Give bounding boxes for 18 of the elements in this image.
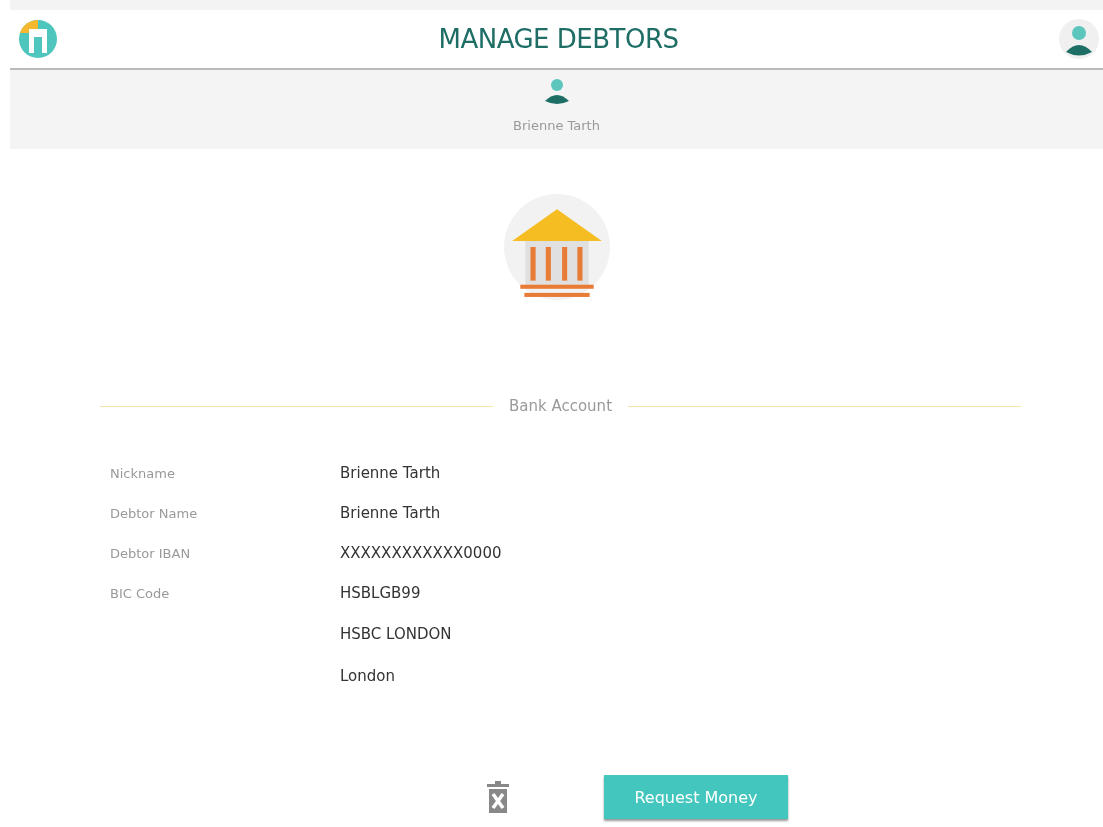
logo-icon[interactable] — [18, 19, 58, 59]
request-money-button[interactable]: Request Money — [604, 775, 788, 819]
field-value: Brienne Tarth — [340, 464, 441, 482]
field-value: Brienne Tarth — [340, 504, 441, 522]
field-value: HSBC LONDON — [340, 625, 452, 643]
bank-icon — [503, 192, 610, 302]
field-label: Debtor IBAN — [110, 545, 191, 561]
user-avatar-icon[interactable] — [1059, 19, 1099, 59]
page-title: MANAGE DEBTORS — [438, 24, 679, 54]
field-value: London — [340, 667, 395, 685]
field-value: HSBLGB99 — [340, 584, 421, 602]
field-label: Debtor Name — [110, 505, 198, 521]
section-title: Bank Account — [509, 397, 612, 415]
delete-icon[interactable] — [487, 781, 509, 813]
field-value: XXXXXXXXXXXX0000 — [340, 544, 502, 562]
debtor-name: Brienne Tarth — [513, 118, 600, 133]
field-label: Nickname — [110, 465, 175, 481]
field-label: BIC Code — [110, 585, 170, 601]
